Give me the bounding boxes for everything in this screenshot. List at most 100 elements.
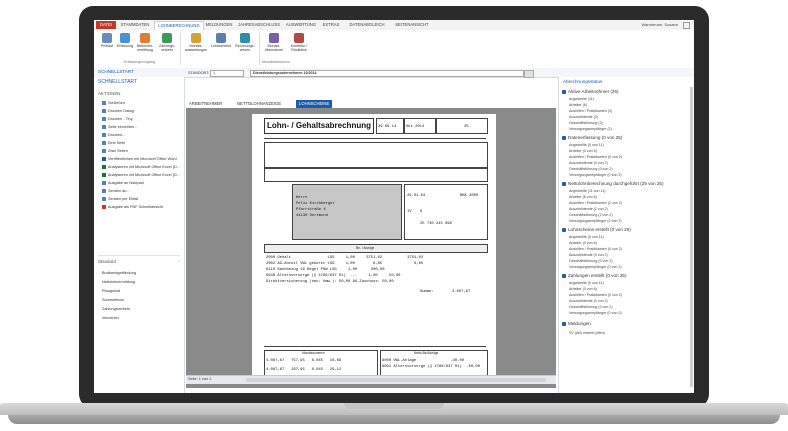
section-datenerfassung[interactable]: Datenerfassung (0 von 25): [562, 135, 682, 140]
personal-no-box: [436, 118, 488, 134]
status-item[interactable]: Arbeiter (0 von 6): [569, 241, 597, 245]
status-item[interactable]: Geschäftsführung (0 von 2): [569, 167, 613, 171]
tab-nettolohnanzeige[interactable]: NETTOLOHNANZEIGE: [234, 100, 284, 108]
status-item[interactable]: Angestellte (0 von 11): [569, 143, 604, 147]
standort-select[interactable]: 1: [210, 70, 244, 77]
tab-datenabgleich[interactable]: DATENABGLEICH: [344, 21, 390, 29]
status-item[interactable]: Arbeiter (0 von 6): [569, 287, 597, 291]
status-item[interactable]: Versorgungsempfänger (2 von 2): [569, 219, 622, 223]
zahlungsverkehr-button[interactable]: Zahlungs-verkehr: [157, 33, 177, 59]
action-word[interactable]: Veröffentlichen mit Microsoft Office Wor…: [102, 157, 182, 161]
address-line: Herrn: [296, 196, 308, 200]
tab-stammdaten[interactable]: STAMMDATEN: [118, 21, 152, 29]
status-item[interactable]: Aushilfen / Praktikanten (0 von 2): [569, 293, 622, 297]
bruttobetraege-grid: [264, 142, 488, 168]
status-item[interactable]: Versorgungsempfänger (0 von 2): [569, 173, 622, 177]
status-item[interactable]: Aushilfen / Praktikanten (0 von 2): [569, 247, 622, 251]
action-schliessen[interactable]: Schließen: [102, 101, 182, 105]
standard-item[interactable]: Pfaugumal: [102, 289, 182, 293]
address-line: 44130 Dortmund: [296, 214, 328, 218]
action-notepad[interactable]: Ausgabe an Notepad: [102, 181, 182, 185]
summe-label: Summe:: [420, 290, 434, 294]
status-item[interactable]: Aushilfen / Praktikanten (2): [569, 109, 612, 113]
single-page-icon: [102, 141, 106, 145]
status-item[interactable]: Geschäftsführung (0 von 2): [569, 305, 613, 309]
laptop-base-bottom: [8, 415, 780, 424]
company-select[interactable]: Dienstleistungsunternehmen 10/2014: [250, 70, 524, 77]
status-item[interactable]: Arbeiter (6 von 6): [569, 195, 597, 199]
action-email[interactable]: Senden per EMail: [102, 197, 182, 201]
chevron-up-icon[interactable]: ^: [178, 259, 180, 264]
status-item[interactable]: Angestellte (11): [569, 97, 594, 101]
status-item[interactable]: Auszubildende (0 von 2): [569, 253, 608, 257]
tab-lohnscheine[interactable]: LOHNSCHEINE: [296, 100, 333, 108]
calculator-icon: [562, 181, 566, 186]
payslip-title: Lohn- / Gehaltsabrechnung: [264, 118, 374, 134]
monatsuebernahme-button[interactable]: Monats-übernahme: [263, 33, 285, 59]
action-seite-einrichten[interactable]: Seite einrichten...: [102, 125, 182, 129]
status-item[interactable]: Geschäftsführung (2): [569, 121, 603, 125]
schnellstart-link[interactable]: SCHNELLSTART: [98, 69, 134, 74]
status-item[interactable]: Angestellte (0 von 11): [569, 235, 604, 239]
action-drucken[interactable]: Drucken...: [102, 133, 182, 137]
status-item[interactable]: Auszubildende (2): [569, 115, 598, 119]
section-lohnscheine[interactable]: Lohnscheine erstellt (0 von 25): [562, 227, 682, 232]
vertical-scrollbar[interactable]: [690, 87, 693, 387]
window-close-icon[interactable]: [683, 22, 690, 29]
status-item[interactable]: Aushilfen / Praktikanten (2 von 2): [569, 201, 622, 205]
tab-arbeitnehmer[interactable]: ARBEITNEHMER: [186, 100, 225, 108]
line-item: Direktversicherung (neu: Umw.): 50,00 AG…: [266, 280, 394, 284]
action-zwei-seiten[interactable]: Zwei Seiten: [102, 149, 182, 153]
status-item[interactable]: Angestellte (11 von 11): [569, 189, 605, 193]
action-excel-1[interactable]: Analysieren mit Microsoft Office Excel (…: [102, 165, 182, 169]
standard-item[interactable]: Zahlungsverkehr: [102, 307, 182, 311]
action-excel-2[interactable]: Analysieren mit Microsoft Office Excel (…: [102, 173, 182, 177]
info-box: [404, 184, 488, 240]
status-item[interactable]: Versorgungsempfänger (2): [569, 127, 612, 131]
status-item[interactable]: Arbeiter (0 von 6): [569, 149, 597, 153]
section-nettolohnberechnung[interactable]: Nettolohnberechnung durchgeführt (25 von…: [562, 181, 682, 186]
status-item[interactable]: Angestellte (0 von 11): [569, 281, 604, 285]
folder-icon[interactable]: [524, 70, 534, 78]
korrektur-button[interactable]: Korrektur / Rückblick: [287, 33, 311, 59]
tab-extras[interactable]: EXTRAS: [320, 21, 342, 29]
tab-datei[interactable]: DATEI: [96, 21, 116, 29]
action-drucken-dialog[interactable]: Drucken Dialog: [102, 109, 182, 113]
status-item[interactable]: Auszubildende (0 von 2): [569, 299, 608, 303]
status-item[interactable]: Auszubildende (0 von 2): [569, 161, 608, 165]
standard-item[interactable]: Nettolohnermittlung: [102, 280, 182, 284]
standard-item[interactable]: Bruttoentgeltfindung: [102, 271, 182, 275]
status-item[interactable]: Geschäftsführung (0 von 2): [569, 259, 613, 263]
section-meldungen[interactable]: Meldungen: [562, 321, 682, 326]
action-drucken-tiny[interactable]: Drucken - Tiny: [102, 117, 182, 121]
action-senden-an[interactable]: Senden an...: [102, 189, 182, 193]
tab-meldungen[interactable]: MELDUNGEN: [204, 21, 234, 29]
action-eine-seite[interactable]: Eine Seite: [102, 141, 182, 145]
rechnungswesen-button[interactable]: Rechnungs-wesen: [234, 33, 256, 59]
action-pdf[interactable]: Ausgabe als PDF Schnellansicht: [102, 205, 182, 209]
status-item[interactable]: Arbeiter (6): [569, 103, 587, 107]
korrektur-icon: [294, 33, 304, 43]
standard-item[interactable]: Infocenter: [102, 316, 182, 320]
erfassung-button[interactable]: Erfassung: [116, 33, 134, 59]
status-item[interactable]: Geschäftsführung (2 von 2): [569, 213, 613, 217]
horizontal-scrollbar[interactable]: [246, 378, 546, 382]
monatsauswertungen-button[interactable]: Monats-auswertungen: [184, 33, 208, 59]
tab-jahresabschluss[interactable]: JAHRESABSCHLUSS: [236, 21, 282, 29]
ribbon-toolbar: Prüflauf Erfassung Nettolohn-ermittlung …: [94, 30, 694, 69]
section-zahlungen[interactable]: Zahlungen erstellt (0 von 25): [562, 273, 682, 278]
section-aktive-arbeitnehmer[interactable]: Aktive Arbeitnehmer (25): [562, 89, 682, 94]
date-value: 29.09.14: [378, 125, 397, 129]
nettolohnermittlung-button[interactable]: Nettolohn-ermittlung: [135, 33, 155, 59]
prueflauf-button[interactable]: Prüflauf: [98, 33, 116, 59]
tab-auswertung[interactable]: AUSWERTUNG: [284, 21, 318, 29]
status-item[interactable]: Versorgungsempfänger (0 von 2): [569, 311, 622, 315]
standard-item[interactable]: Summeltruck: [102, 298, 182, 302]
lohnscheine-button[interactable]: Lohnscheine: [210, 33, 232, 59]
status-item[interactable]: Aushilfen / Praktikanten (0 von 2): [569, 155, 622, 159]
status-item[interactable]: Auszubildende (2 von 2): [569, 207, 608, 211]
tab-seitenansicht[interactable]: SEITENANSICHT: [392, 21, 432, 29]
tab-lohnberechnung[interactable]: LOHNBERECHNUNG: [154, 21, 204, 30]
status-item[interactable]: SV (AB) erstellt (offen): [569, 331, 605, 335]
status-item[interactable]: Versorgungsempfänger (0 von 2): [569, 265, 622, 269]
